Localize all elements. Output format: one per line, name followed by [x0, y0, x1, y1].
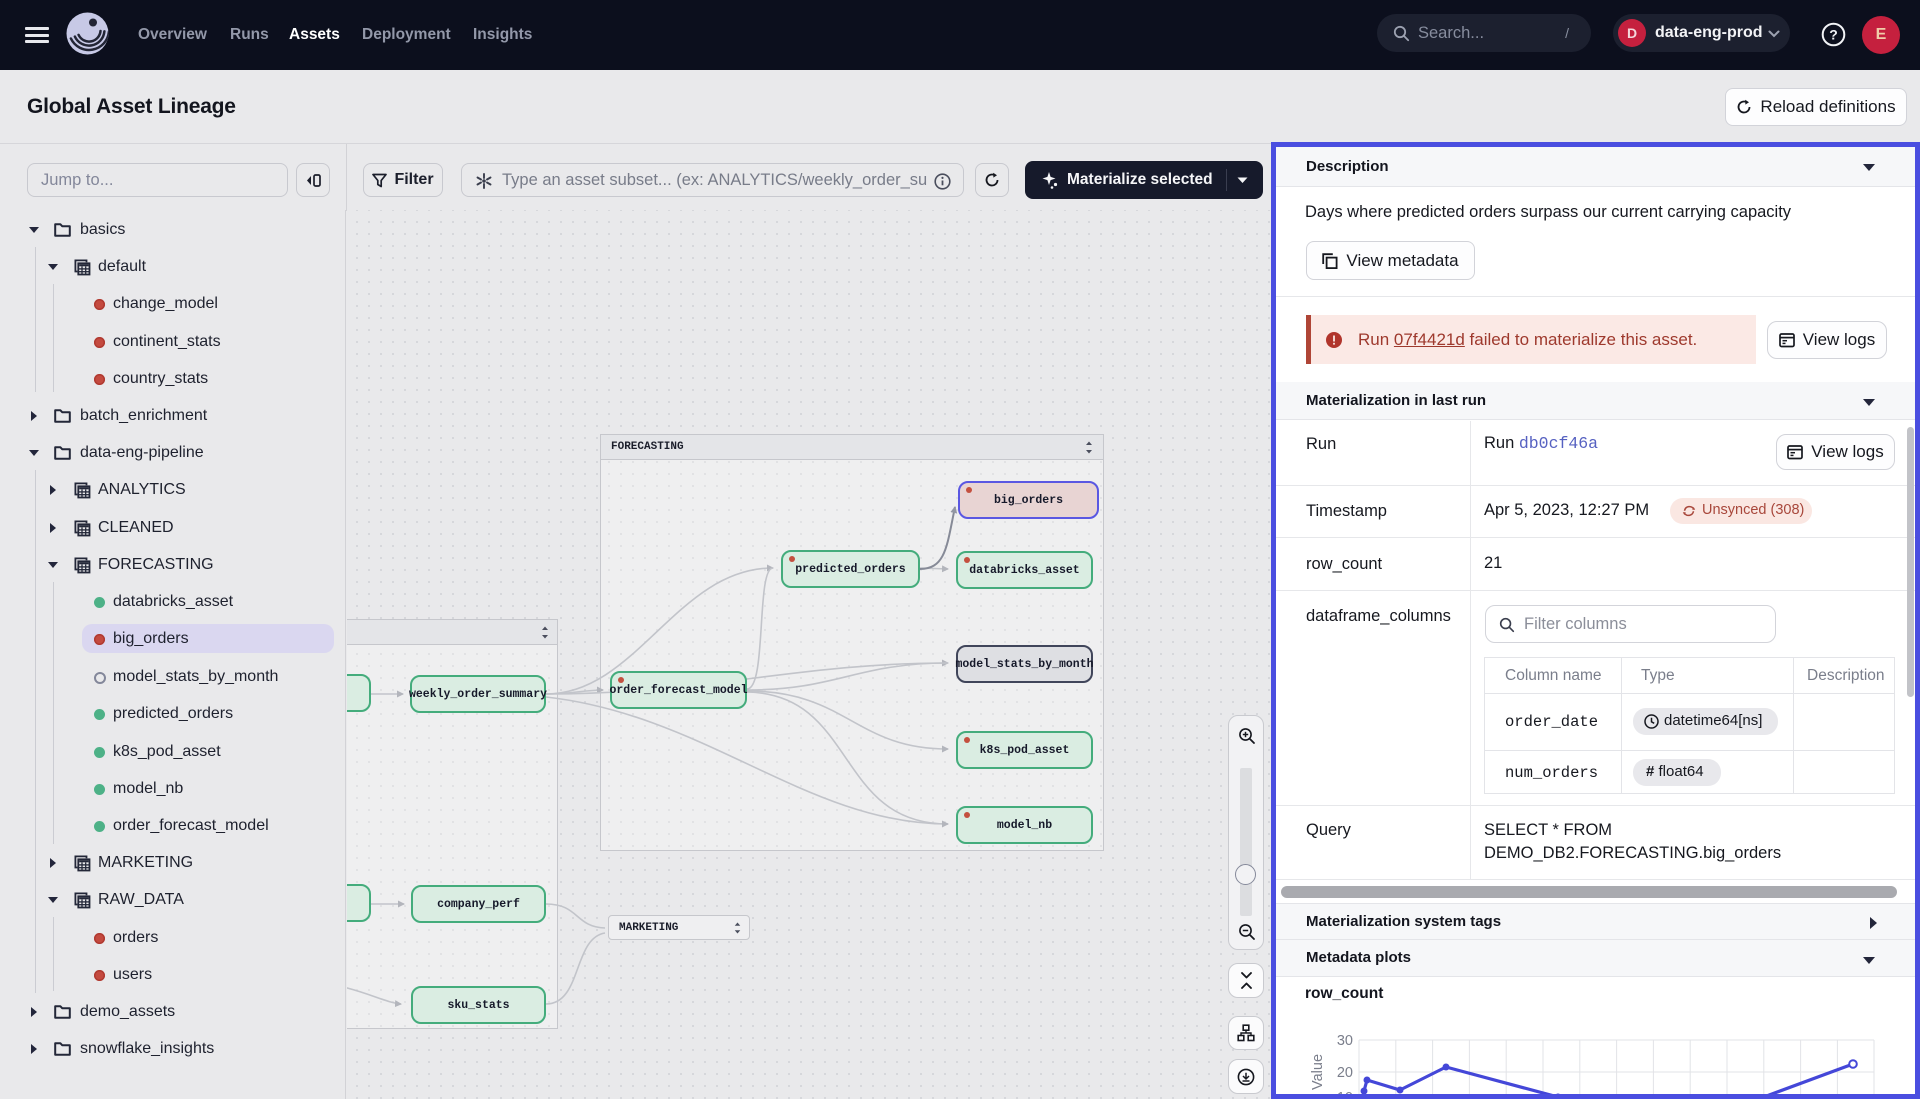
- svg-text:10: 10: [1337, 1090, 1353, 1099]
- svg-text:Value: Value: [1310, 1054, 1326, 1090]
- svg-text:?: ?: [1829, 27, 1838, 43]
- svg-text:20: 20: [1337, 1065, 1353, 1081]
- svg-text:30: 30: [1337, 1033, 1353, 1049]
